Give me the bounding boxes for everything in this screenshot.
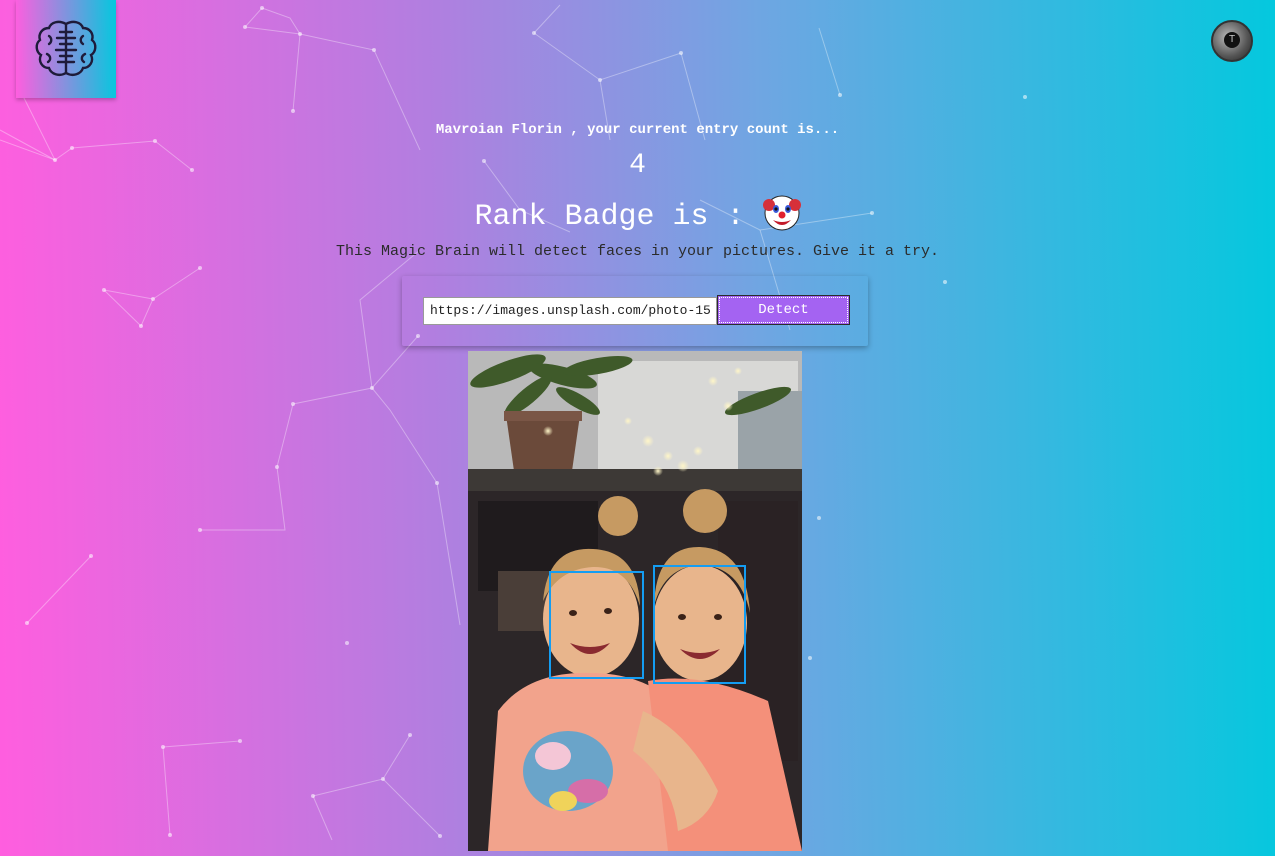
rank-badge-line: Rank Badge is :: [0, 194, 1275, 234]
brain-icon: [35, 20, 97, 76]
rank-badge-label: Rank Badge is :: [474, 200, 763, 234]
app-description: This Magic Brain will detect faces in yo…: [335, 243, 940, 260]
detect-button[interactable]: Detect: [717, 295, 850, 325]
face-detection-image: [468, 351, 802, 851]
entry-count-message: Mavroian Florin , your current entry cou…: [0, 122, 1275, 138]
user-avatar[interactable]: T: [1211, 20, 1253, 62]
entry-count-suffix: , your current entry count is...: [561, 122, 840, 138]
entry-count-value: 4: [629, 150, 646, 181]
avatar-icon: T: [1224, 32, 1240, 48]
photo-illustration: [468, 351, 802, 851]
image-url-input[interactable]: https://images.unsplash.com/photo-15: [423, 297, 717, 325]
user-name: Mavroian Florin: [435, 122, 562, 138]
clown-face-icon: [762, 195, 801, 231]
logo-card[interactable]: [16, 0, 116, 98]
